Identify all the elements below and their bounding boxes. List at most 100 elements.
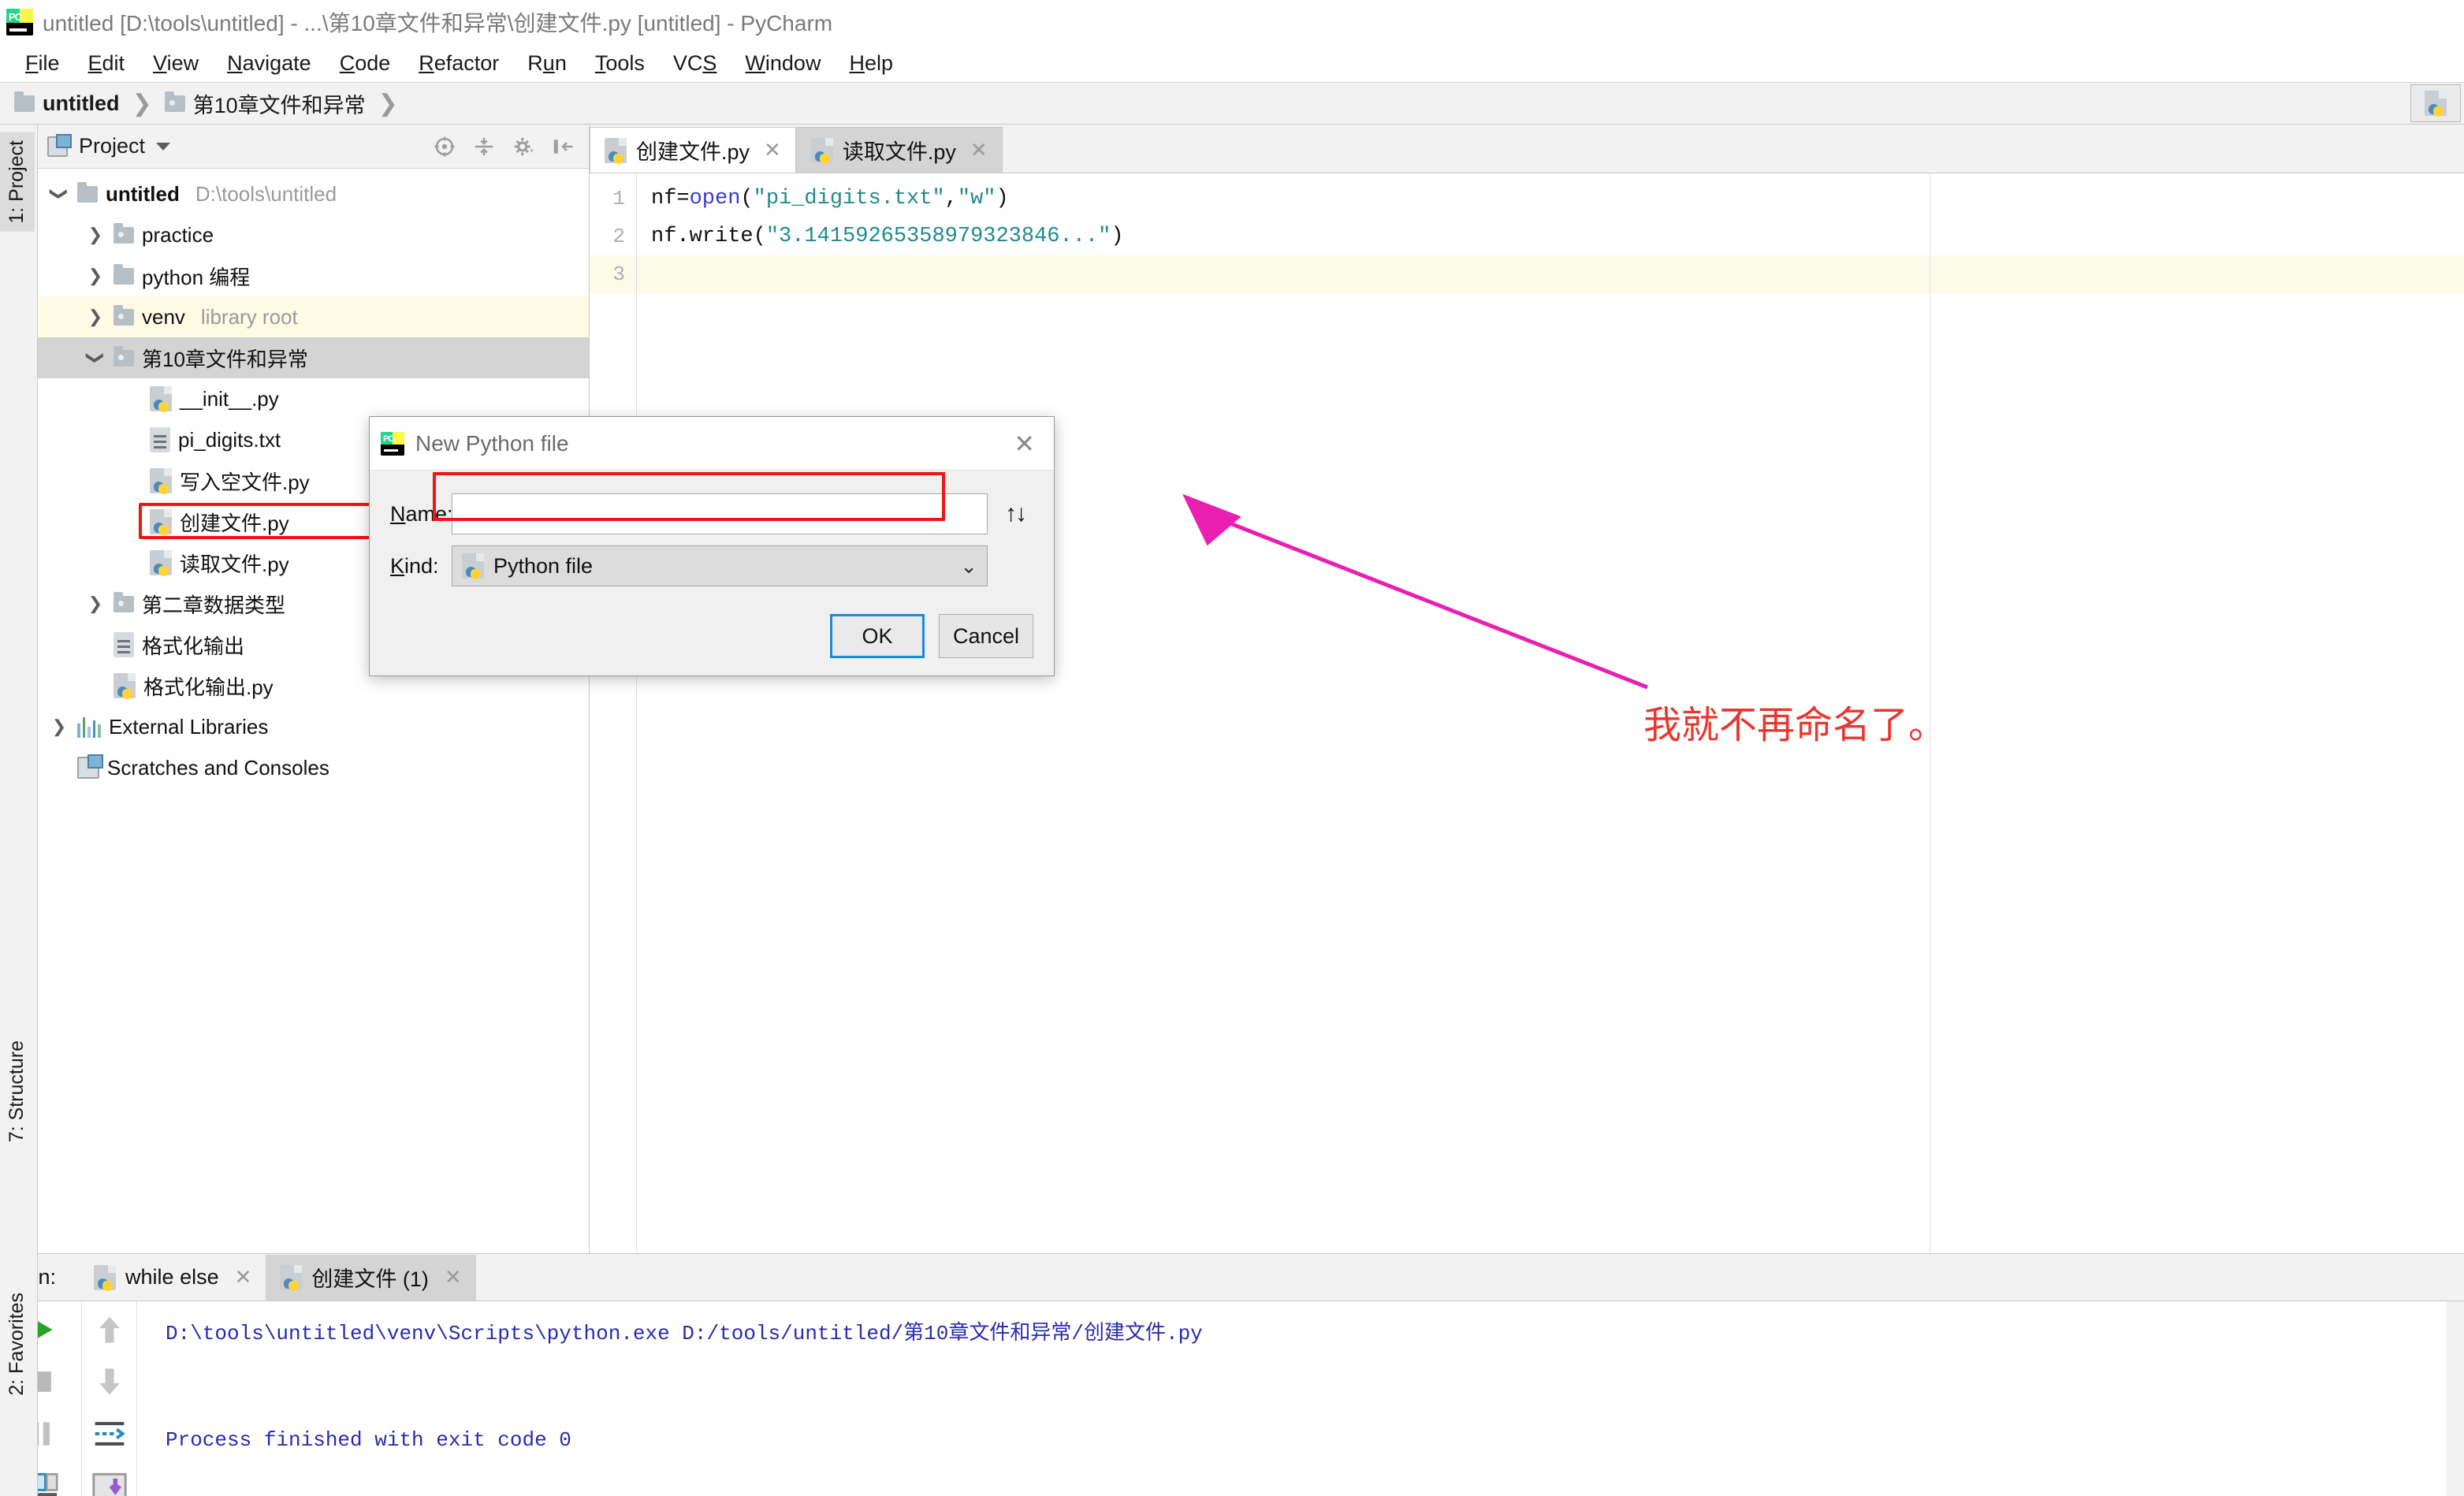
chevron-right-icon[interactable] <box>85 265 106 287</box>
code-area[interactable]: 123 nf=open("pi_digits.txt","w") nf.write… <box>590 173 2464 1253</box>
tree-item-label: python 编程 <box>142 265 251 289</box>
sidebar-tab-project[interactable]: 1: Project <box>0 132 35 232</box>
chevron-right-icon[interactable] <box>49 716 69 738</box>
left-tool-strip-bottom: 7: Structure 2: Favorites <box>0 1025 38 1496</box>
tree-item-label: 创建文件.py <box>180 511 289 535</box>
tree-item-14[interactable]: Scratches and Consoles <box>38 747 589 788</box>
name-input[interactable] <box>452 493 988 534</box>
chevron-right-icon[interactable] <box>85 306 106 328</box>
python-file-icon <box>150 509 172 535</box>
name-label: Name: <box>390 501 453 526</box>
python-file-icon <box>605 137 627 164</box>
chevron-down-icon[interactable] <box>49 183 69 205</box>
breadcrumb-separator-end: ❯ <box>378 90 398 117</box>
project-tree: untitled D:\tools\untitled practice python … <box>38 169 589 1253</box>
close-icon[interactable]: ✕ <box>1006 429 1043 459</box>
tree-item-label: 第10章文件和异常 <box>142 347 308 371</box>
folder-icon <box>14 91 35 112</box>
run-configuration-button[interactable] <box>2410 84 2461 122</box>
code-token: ) <box>996 187 1009 210</box>
menu-item-help[interactable]: Help <box>835 48 907 79</box>
gear-icon[interactable] <box>512 135 535 158</box>
menu-item-view[interactable]: View <box>139 48 213 79</box>
editor-tab-0[interactable]: 创建文件.py ✕ <box>590 127 796 173</box>
soft-wrap-icon[interactable] <box>92 1416 127 1451</box>
run-tab-0[interactable]: while else ✕ <box>80 1255 266 1301</box>
menu-item-run[interactable]: Run <box>513 48 581 79</box>
menu-item-tools[interactable]: Tools <box>581 48 659 79</box>
python-file-icon <box>150 468 172 494</box>
menu-item-file[interactable]: File <box>11 48 74 79</box>
tree-item-label: 第二章数据类型 <box>142 593 286 617</box>
run-console-output: D:\tools\untitled\venv\Scripts\python.ex… <box>137 1301 2447 1496</box>
code-line[interactable] <box>637 255 2464 293</box>
menu-item-code[interactable]: Code <box>326 48 405 79</box>
chevron-down-icon[interactable] <box>156 142 171 151</box>
hide-panel-icon[interactable] <box>551 135 575 158</box>
tree-item-5[interactable]: __init__.py <box>38 378 589 419</box>
dialog-buttons: OK Cancel <box>830 614 1033 658</box>
cancel-button[interactable]: Cancel <box>939 614 1033 658</box>
collapse-all-icon[interactable] <box>472 135 496 158</box>
tree-item-2[interactable]: python 编程 <box>38 255 589 296</box>
run-tab-1[interactable]: 创建文件 (1) ✕ <box>266 1254 476 1301</box>
text-file-icon <box>114 632 134 657</box>
code-lines[interactable]: nf=open("pi_digits.txt","w") nf.write("3.… <box>637 173 2464 1253</box>
project-view-icon <box>47 133 72 157</box>
scroll-to-end-icon[interactable] <box>91 1468 127 1496</box>
close-icon[interactable]: ✕ <box>235 1265 252 1289</box>
updown-icon[interactable]: ↑↓ <box>997 501 1033 527</box>
breadcrumb-item-project[interactable]: untitled <box>14 91 119 116</box>
sidebar-tab-structure[interactable]: 7: Structure <box>0 1033 35 1150</box>
code-line[interactable]: nf=open("pi_digits.txt","w") <box>637 180 2464 218</box>
kind-value: Python file <box>493 553 594 578</box>
menu-bar: File Edit View Navigate Code Refactor Run Tools… <box>0 44 2464 82</box>
run-tab-bar: Run: while else✕创建文件 (1)✕ <box>0 1254 2464 1301</box>
editor-tab-bar: 创建文件.py ✕ 读取文件.py ✕ <box>590 125 2464 173</box>
tree-item-13[interactable]: External Libraries <box>38 706 589 747</box>
code-line[interactable]: nf.write("3.14159265358979323846...") <box>637 218 2464 255</box>
chevron-right-icon[interactable] <box>85 224 106 246</box>
line-number: 1 <box>612 187 625 210</box>
up-arrow-icon[interactable] <box>92 1312 127 1347</box>
tree-item-secondary: D:\tools\untitled <box>195 181 337 206</box>
project-panel-header: Project <box>38 125 589 169</box>
window-title: untitled [D:\tools\untitled] - ...\第10章文… <box>43 10 833 35</box>
tree-item-label: 格式化输出 <box>142 634 245 658</box>
ok-button[interactable]: OK <box>830 614 925 658</box>
python-icon <box>2425 91 2447 117</box>
tree-item-0[interactable]: untitled D:\tools\untitled <box>38 173 589 214</box>
menu-item-edit[interactable]: Edit <box>74 48 140 79</box>
locate-icon[interactable] <box>433 135 456 158</box>
menu-item-vcs[interactable]: VCS <box>659 48 731 79</box>
kind-row: Kind: Python file ⌄ x <box>390 540 1033 592</box>
close-icon[interactable]: ✕ <box>445 1265 462 1289</box>
menu-item-window[interactable]: Window <box>731 48 835 79</box>
close-icon[interactable]: ✕ <box>970 138 988 162</box>
down-arrow-icon[interactable] <box>92 1364 127 1399</box>
tree-item-secondary: library root <box>200 304 298 329</box>
tree-item-3[interactable]: venv library root <box>38 296 589 337</box>
tree-item-1[interactable]: practice <box>38 214 589 255</box>
title-bar: PC untitled [D:\tools\untitled] - ...\第1… <box>0 0 2464 44</box>
close-icon[interactable]: ✕ <box>764 138 781 162</box>
new-python-file-dialog[interactable]: PC New Python file ✕ Name: ↑↓ Kind: Pyth… <box>369 416 1055 676</box>
tree-item-4[interactable]: 第10章文件和异常 <box>38 337 589 378</box>
python-file-icon <box>810 137 833 164</box>
kind-select[interactable]: Python file ⌄ <box>452 545 988 586</box>
menu-item-navigate[interactable]: Navigate <box>213 48 326 79</box>
chevron-right-icon[interactable] <box>85 593 106 615</box>
chevron-down-icon[interactable] <box>85 347 106 369</box>
editor-tab-label: 创建文件.py <box>636 140 750 164</box>
python-icon <box>462 553 484 579</box>
run-tab-label: while else <box>125 1265 219 1289</box>
breadcrumb-item-folder[interactable]: 第10章文件和异常 <box>164 88 366 119</box>
console-scrollbar[interactable] <box>2447 1301 2464 1496</box>
scratches-icon <box>77 754 103 779</box>
sidebar-tab-favorites[interactable]: 2: Favorites <box>0 1285 35 1404</box>
menu-item-refactor[interactable]: Refactor <box>404 48 513 79</box>
python-file-icon <box>114 673 136 699</box>
editor-tab-1[interactable]: 读取文件.py ✕ <box>795 127 1003 173</box>
